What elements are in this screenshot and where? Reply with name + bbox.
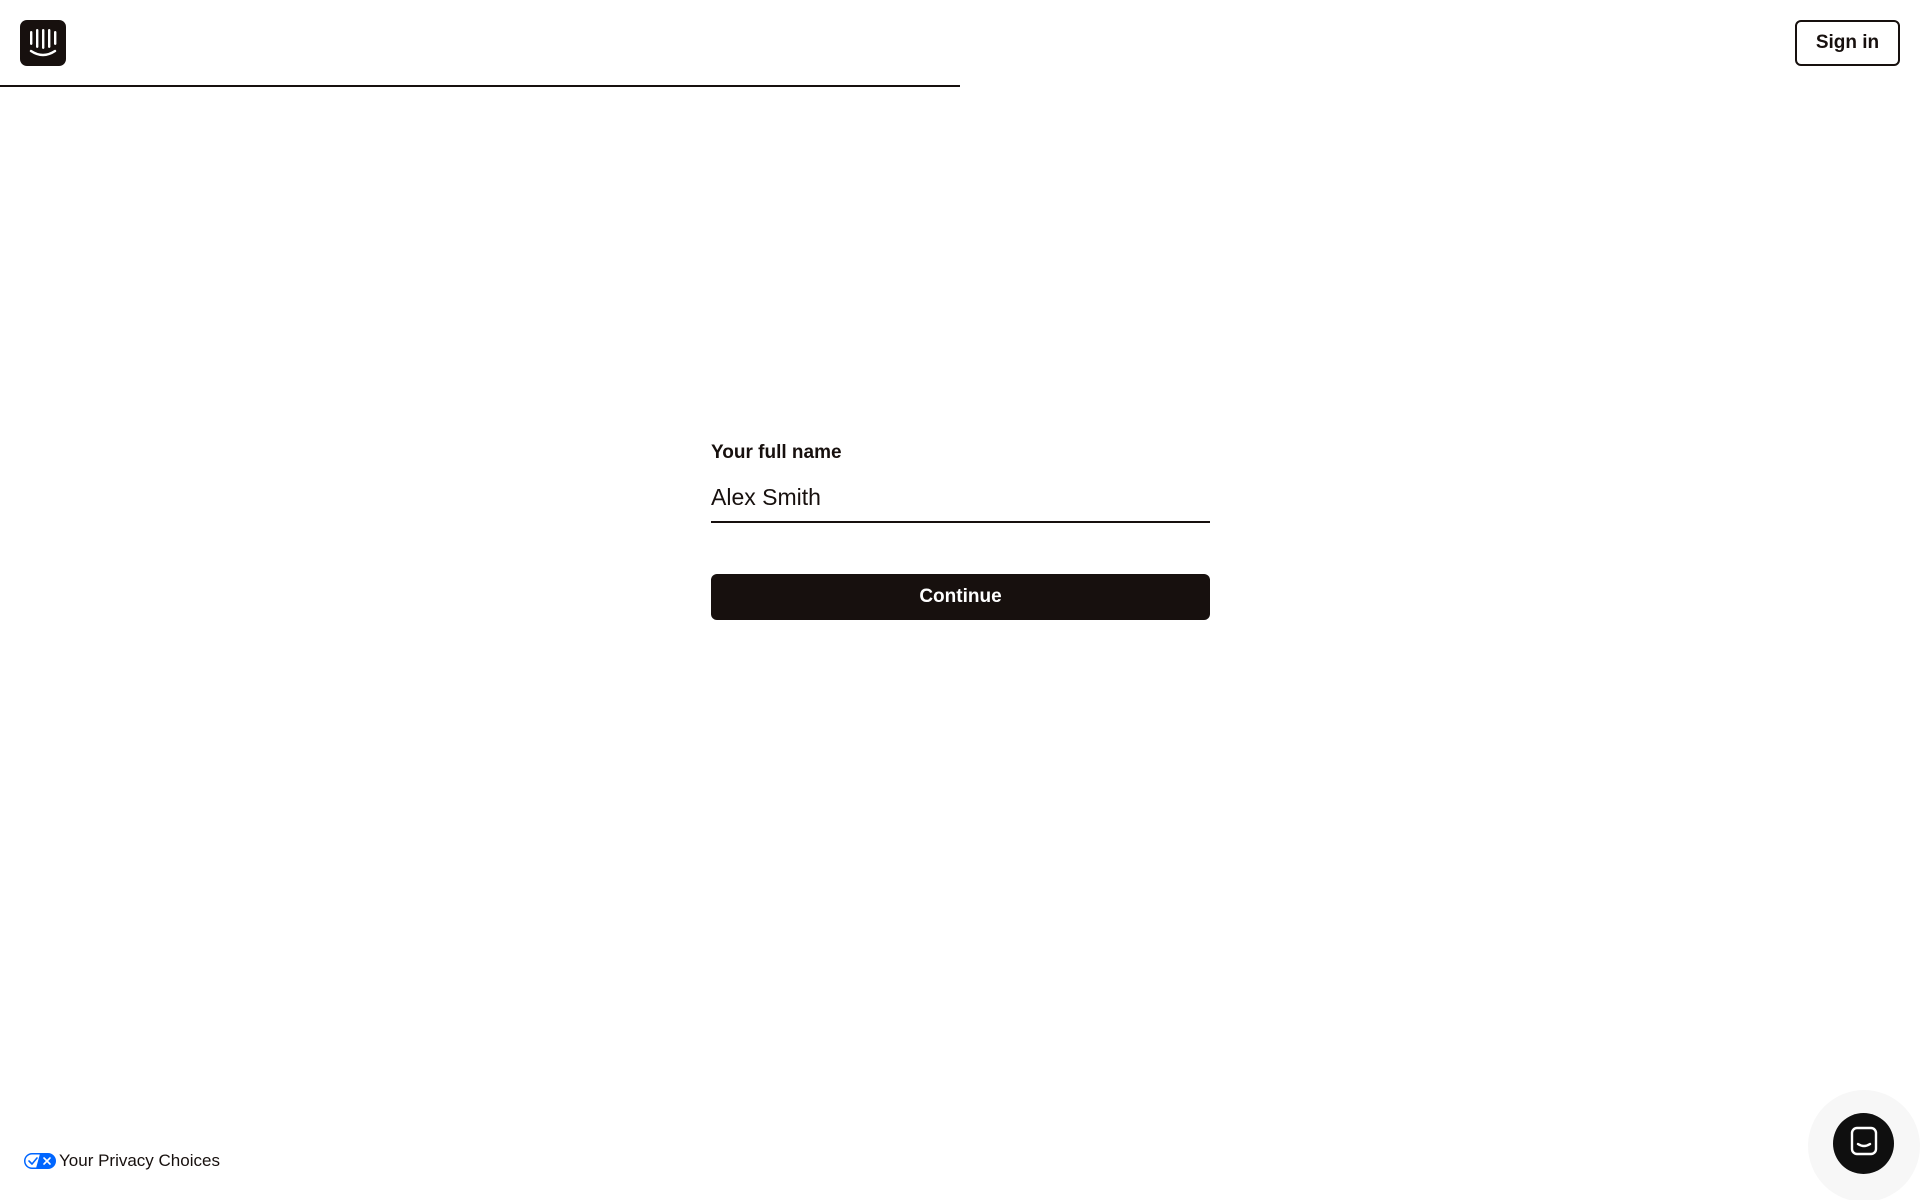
full-name-input[interactable] [711, 474, 1210, 523]
progress-bar [0, 85, 1920, 87]
privacy-choices-label: Your Privacy Choices [59, 1151, 220, 1170]
header: Sign in [0, 0, 1920, 87]
progress-bar-fill [0, 85, 960, 87]
name-form: Your full name Continue [711, 440, 1210, 620]
page: Sign in Your full name Continue Your Pri… [0, 0, 1920, 1200]
privacy-choices-link[interactable]: Your Privacy Choices [24, 1151, 220, 1171]
sign-in-button[interactable]: Sign in [1795, 20, 1900, 66]
full-name-label: Your full name [711, 442, 842, 463]
messenger-launcher-button[interactable] [1833, 1113, 1894, 1174]
privacy-toggle-icon [24, 1153, 56, 1169]
messenger-icon [1849, 1126, 1879, 1161]
intercom-logo-icon[interactable] [20, 20, 66, 66]
continue-button[interactable]: Continue [711, 574, 1210, 620]
